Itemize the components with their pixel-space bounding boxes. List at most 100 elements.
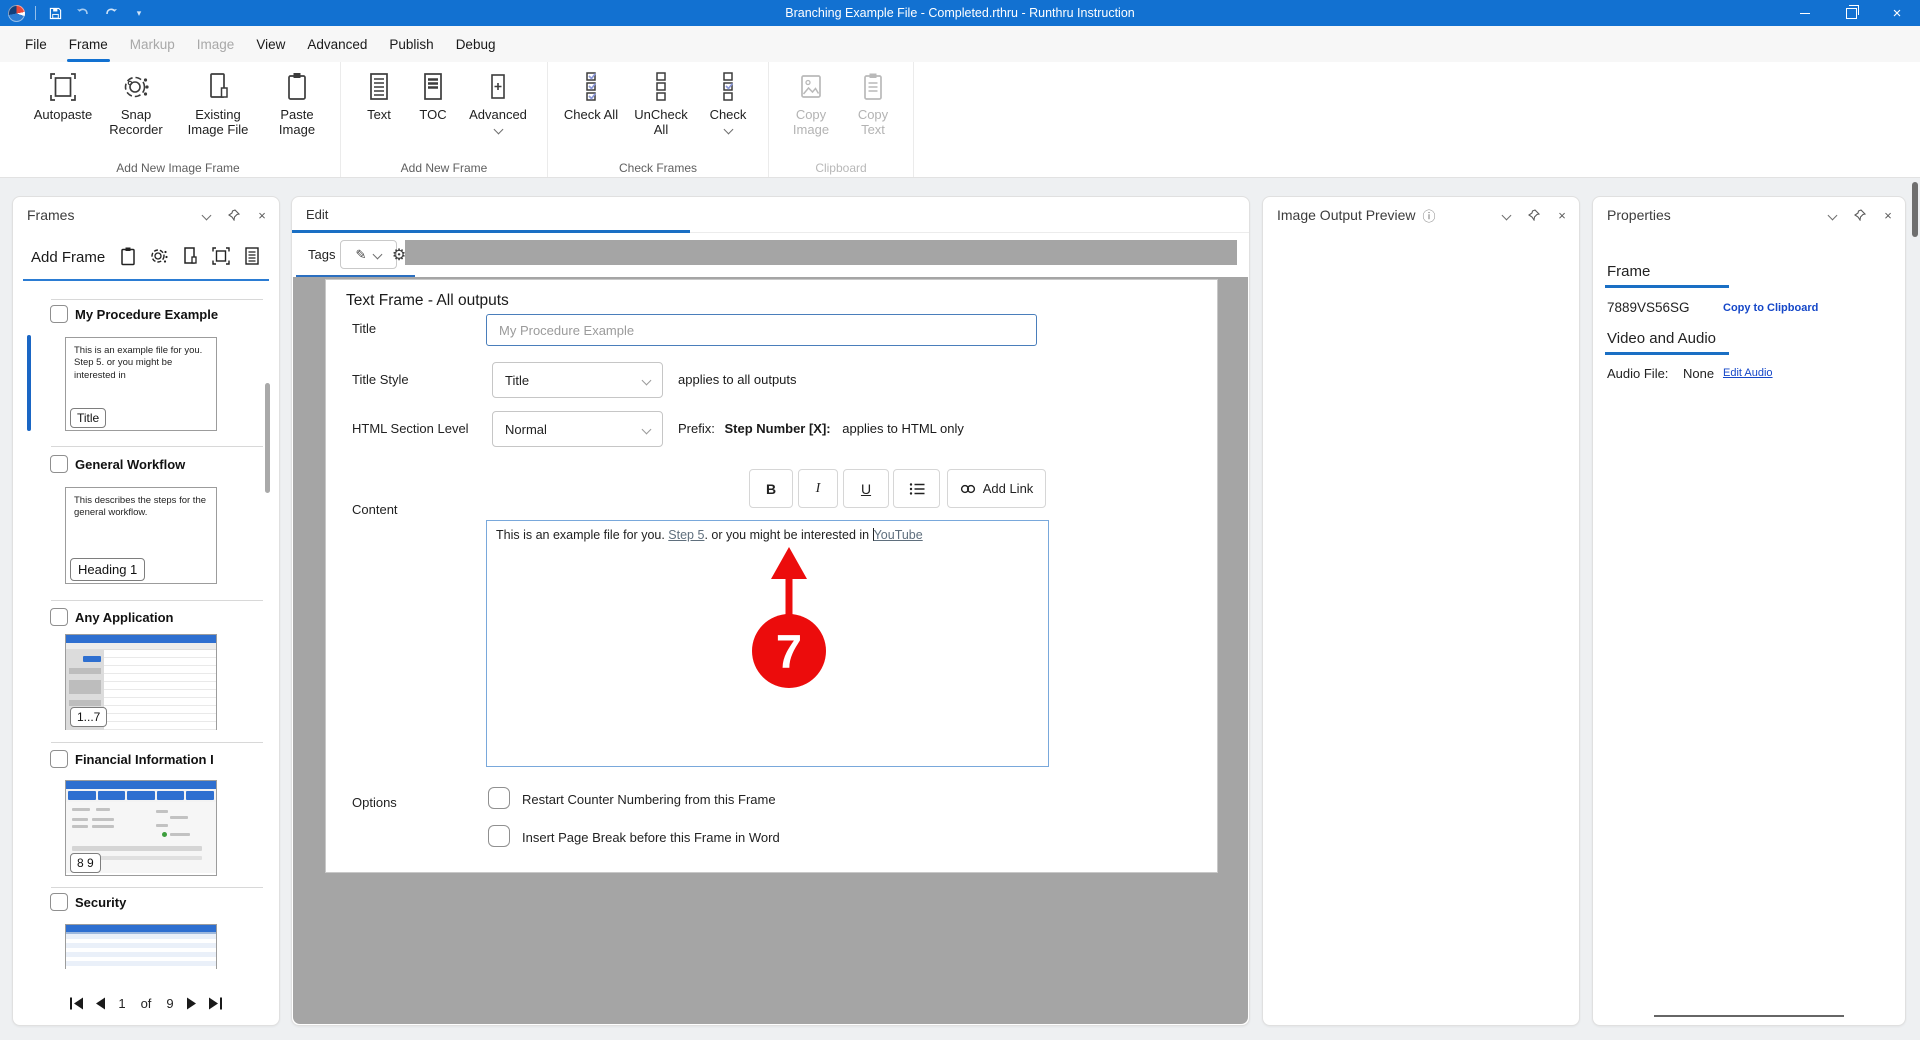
save-icon[interactable]	[46, 5, 64, 21]
frames-list-scrollbar[interactable]	[265, 383, 270, 493]
page-break-checkbox[interactable]	[488, 825, 510, 847]
frame-thumbnail[interactable]: This describes the steps for the general…	[65, 487, 217, 584]
window-scrollbar-thumb[interactable]	[1912, 182, 1918, 237]
menu-advanced[interactable]: Advanced	[296, 26, 378, 62]
app-logo-icon	[8, 5, 25, 22]
redo-icon[interactable]	[102, 5, 120, 21]
existing-image-file-button[interactable]: Existing Image File	[172, 67, 264, 141]
snap-recorder-button[interactable]: Snap Recorder	[100, 67, 172, 141]
frame-thumbnail[interactable]	[65, 924, 217, 969]
frame-checkbox[interactable]	[50, 893, 68, 911]
bullet-list-button[interactable]	[893, 469, 940, 508]
menu-view[interactable]: View	[245, 26, 296, 62]
italic-button[interactable]: I	[798, 469, 838, 508]
edit-tab[interactable]: Edit	[306, 207, 328, 222]
minimize-button[interactable]	[1782, 0, 1828, 26]
frame-thumbnail[interactable]: 1...7	[65, 634, 217, 730]
iop-close-icon[interactable]: ×	[1555, 208, 1569, 222]
text-frame-button[interactable]: Text	[351, 67, 407, 125]
frame-edit-form: Text Frame - All outputs Title Title Sty…	[325, 279, 1218, 873]
form-heading: Text Frame - All outputs	[346, 292, 509, 310]
properties-pin-icon[interactable]	[1853, 208, 1867, 222]
first-page-icon[interactable]	[69, 997, 85, 1010]
ribbon-group-label: Check Frames	[548, 161, 768, 175]
restart-counter-checkbox[interactable]	[488, 787, 510, 809]
check-all-icon	[576, 70, 606, 104]
frame-checkbox[interactable]	[50, 305, 68, 323]
prefix-scope-note: applies to HTML only	[842, 421, 964, 436]
menu-debug[interactable]: Debug	[445, 26, 507, 62]
bullet-list-icon	[909, 482, 925, 496]
uncheck-all-button[interactable]: UnCheck All	[624, 67, 698, 141]
video-audio-section-header: Video and Audio	[1607, 330, 1716, 347]
prefix-label: Prefix:	[678, 421, 715, 436]
add-text-frame-icon[interactable]	[243, 246, 261, 269]
check-dropdown-chevron-icon[interactable]	[723, 125, 733, 135]
properties-collapse-chevron-icon[interactable]	[1825, 208, 1839, 222]
frame-checkbox[interactable]	[50, 455, 68, 473]
link-icon	[960, 483, 976, 495]
frame-id: 7889VS56SG	[1607, 300, 1690, 315]
add-frame-label: Add Frame	[31, 249, 105, 266]
menu-file[interactable]: File	[14, 26, 58, 62]
quick-access-dropdown-icon[interactable]: ▾	[130, 5, 148, 21]
autopaste-button[interactable]: Autopaste	[26, 67, 100, 125]
menu-publish[interactable]: Publish	[378, 26, 444, 62]
frames-collapse-chevron-icon[interactable]	[199, 208, 213, 222]
previous-page-icon[interactable]	[94, 997, 106, 1010]
menu-frame[interactable]: Frame	[58, 26, 119, 62]
existing-image-file-icon	[202, 70, 234, 104]
properties-close-icon[interactable]: ×	[1881, 208, 1895, 222]
add-link-button[interactable]: Add Link	[947, 469, 1046, 508]
add-autopaste-icon[interactable]	[211, 246, 231, 269]
next-page-icon[interactable]	[186, 997, 198, 1010]
text-frame-icon	[364, 70, 394, 104]
page-break-label: Insert Page Break before this Frame in W…	[522, 830, 780, 845]
html-section-level-dropdown[interactable]: Normal	[492, 411, 663, 447]
copy-to-clipboard-link[interactable]: Copy to Clipboard	[1723, 302, 1818, 314]
last-page-icon[interactable]	[207, 997, 223, 1010]
title-style-dropdown[interactable]: Title	[492, 362, 663, 398]
content-link-step5[interactable]: Step 5	[668, 528, 704, 542]
frame-thumbnail[interactable]: This is an example file for you. Step 5.…	[65, 337, 217, 431]
restore-button[interactable]	[1828, 0, 1874, 26]
toc-button[interactable]: TOC	[407, 67, 459, 125]
iop-collapse-chevron-icon[interactable]	[1499, 208, 1513, 222]
title-style-label: Title Style	[352, 372, 409, 387]
step-annotation: 7	[737, 537, 847, 727]
underline-button[interactable]: U	[843, 469, 889, 508]
edit-audio-link[interactable]: Edit Audio	[1723, 367, 1773, 379]
info-icon[interactable]: ⓘ	[1423, 206, 1436, 225]
properties-resize-handle[interactable]	[1654, 1015, 1844, 1017]
close-button[interactable]: ×	[1874, 0, 1920, 26]
bold-button[interactable]: B	[749, 469, 793, 508]
paste-image-button[interactable]: Paste Image	[264, 67, 330, 141]
check-button[interactable]: Check	[698, 67, 758, 136]
advanced-dropdown-chevron-icon[interactable]	[493, 125, 503, 135]
check-all-button[interactable]: Check All	[558, 67, 624, 125]
content-editor[interactable]: This is an example file for you. Step 5.…	[486, 520, 1049, 767]
title-input[interactable]	[486, 314, 1037, 346]
frames-close-icon[interactable]: ×	[255, 208, 269, 222]
frame-thumbnail[interactable]: 8 9	[65, 780, 217, 876]
frame-checkbox[interactable]	[50, 750, 68, 768]
image-output-preview-title: Image Output Preview	[1277, 207, 1416, 223]
pencil-icon: ✎	[356, 247, 367, 263]
copy-text-icon	[857, 70, 889, 104]
undo-icon[interactable]	[74, 5, 92, 21]
page-of-label: of	[141, 996, 152, 1011]
frames-pin-icon[interactable]	[227, 208, 241, 222]
add-snap-recorder-icon[interactable]	[149, 246, 169, 269]
advanced-frame-button[interactable]: Advanced	[459, 67, 537, 136]
frame-checkbox[interactable]	[50, 608, 68, 626]
menu-image: Image	[186, 26, 246, 62]
tag-dropdown-chevron-icon	[373, 250, 383, 260]
iop-pin-icon[interactable]	[1527, 208, 1541, 222]
titlebar-divider	[35, 6, 36, 20]
add-paste-frame-icon[interactable]	[119, 246, 137, 269]
menu-bar: File Frame Markup Image View Advanced Pu…	[0, 26, 1920, 62]
frames-list: My Procedure Example This is an example …	[13, 283, 279, 969]
content-link-youtube[interactable]: YouTube	[874, 528, 923, 542]
add-image-file-icon[interactable]	[181, 246, 199, 269]
snap-recorder-icon	[119, 70, 153, 104]
